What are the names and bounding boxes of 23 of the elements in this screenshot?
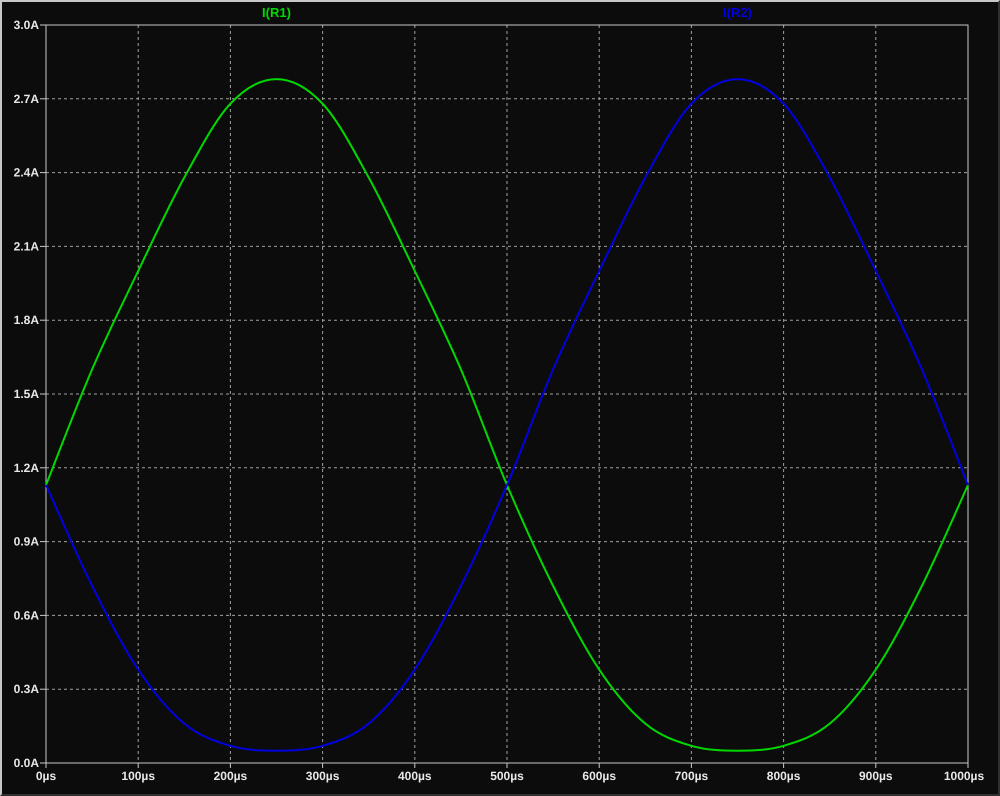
x-tick-label: 100µs [121,769,155,783]
x-tick-label: 300µs [306,769,340,783]
y-tick-label: 1.2A [14,460,39,475]
trace-label[interactable]: I(R1) [262,5,291,20]
x-tick-label: 900µs [859,769,893,783]
y-tick-label: 0.3A [14,682,39,696]
x-tick-label: 200µs [214,769,248,783]
x-tick-label: 0µs [36,769,56,783]
x-tick-label: 600µs [582,769,616,783]
x-tick-label: 700µs [674,769,708,783]
y-tick-label: 2.7A [14,92,39,106]
x-tick-label: 1000µs [944,769,984,783]
x-tick-label: 800µs [766,769,800,783]
y-tick-label: 1.8A [14,313,39,328]
y-tick-label: 0.6A [14,608,39,622]
y-tick-label: 2.1A [14,239,39,254]
y-tick-label: 0.9A [14,534,39,549]
y-tick-label: 3.0A [14,18,39,32]
y-tick-label: 1.5A [14,387,39,401]
y-tick-label: 0.0A [14,756,39,770]
x-tick-label: 500µs [490,769,524,783]
y-tick-label: 2.4A [14,166,39,180]
x-tick-label: 400µs [398,769,432,783]
